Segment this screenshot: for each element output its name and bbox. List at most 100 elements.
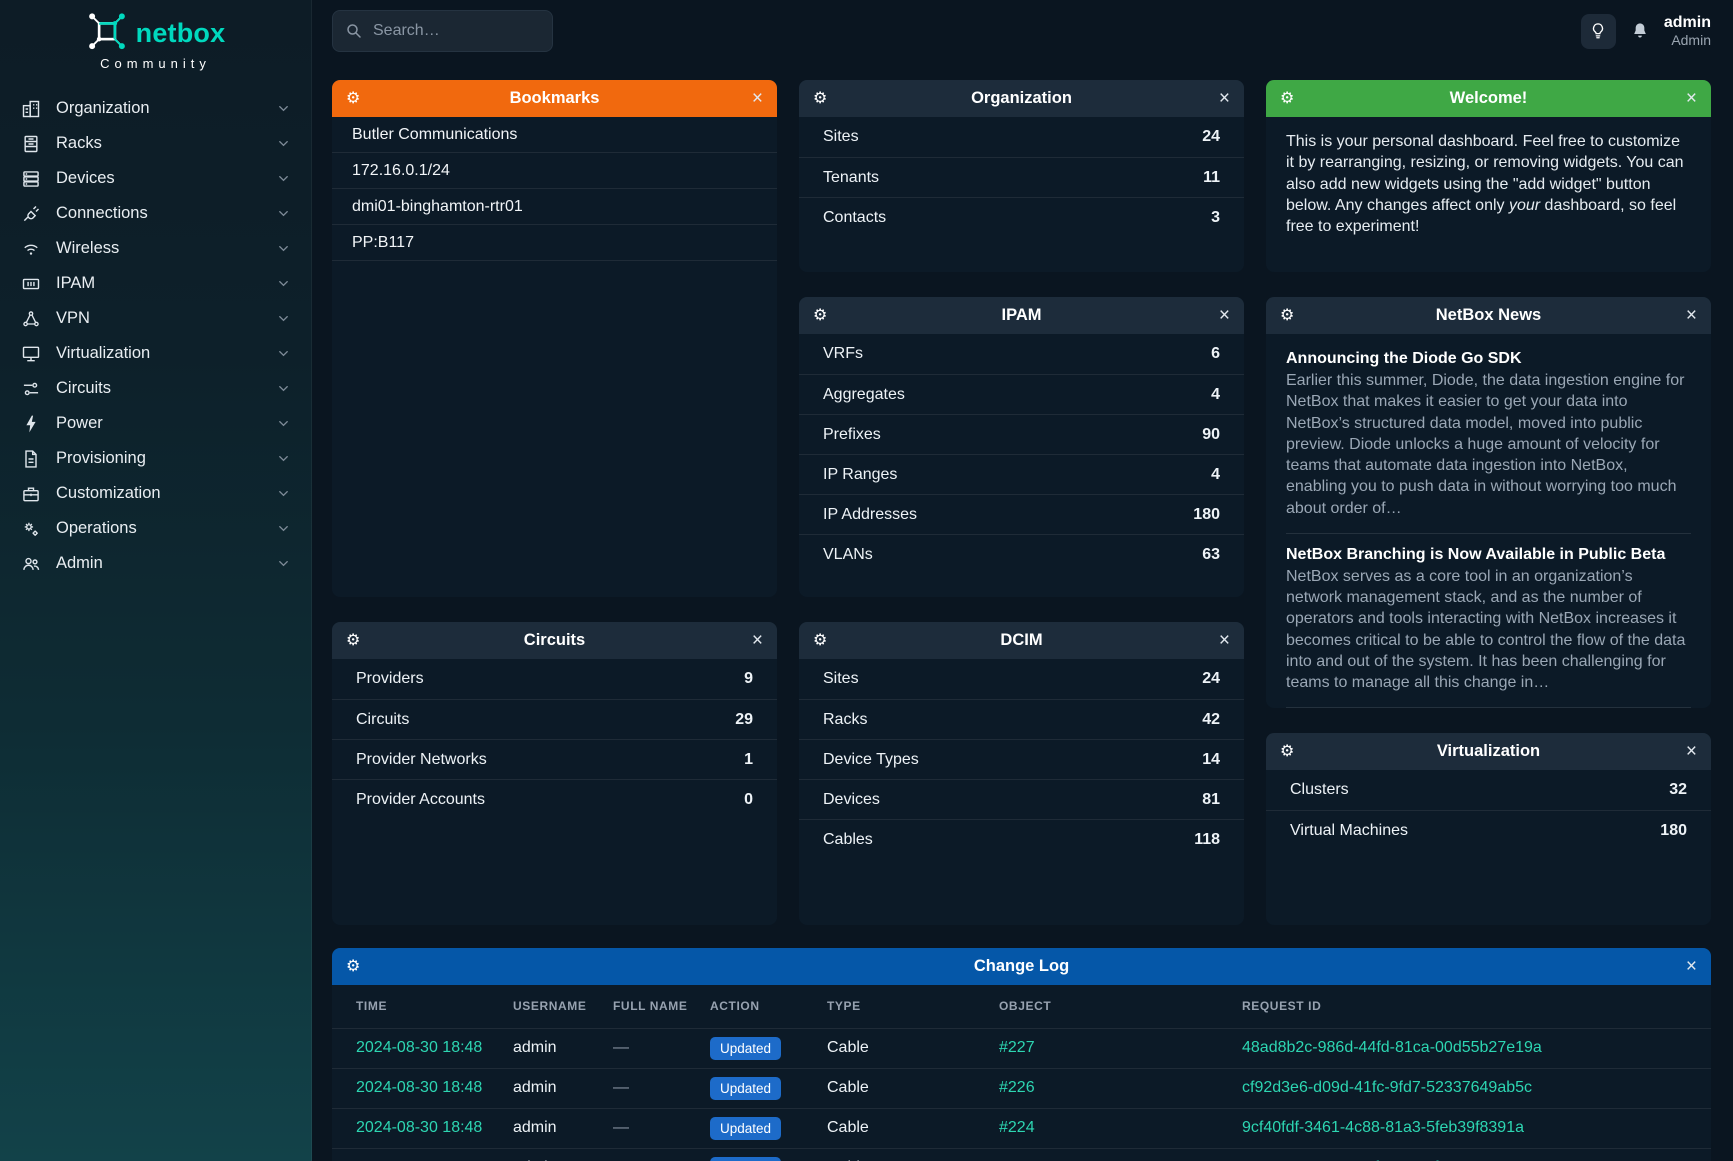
sidebar-item-provisioning[interactable]: Provisioning xyxy=(0,441,311,476)
widget-config-gear-icon[interactable]: ⚙ xyxy=(813,633,827,649)
news-article-title[interactable]: Announcing the Diode Go SDK xyxy=(1286,350,1691,368)
sidebar-item-label: Operations xyxy=(56,519,276,538)
sidebar-item-circuits[interactable]: Circuits xyxy=(0,371,311,406)
stat-row[interactable]: Aggregates4 xyxy=(799,374,1244,414)
stat-row[interactable]: Tenants11 xyxy=(799,157,1244,197)
changelog-time-link[interactable]: 2024-08-30 18:48 xyxy=(332,1068,513,1108)
widget-config-gear-icon[interactable]: ⚙ xyxy=(1280,91,1294,107)
sidebar-item-wireless[interactable]: Wireless xyxy=(0,231,311,266)
action-badge[interactable]: Updated xyxy=(710,1117,781,1140)
dashboard-column-3: ⚙ Welcome! × This is your personal dashb… xyxy=(1266,80,1711,925)
stat-row[interactable]: Clusters32 xyxy=(1266,770,1711,810)
changelog-time-link[interactable]: 2024-08-30 18:47 xyxy=(332,1148,513,1161)
widget-close-icon[interactable]: × xyxy=(1219,306,1230,325)
sidebar-item-devices[interactable]: Devices xyxy=(0,161,311,196)
search-input[interactable] xyxy=(373,22,523,40)
changelog-type: Cable xyxy=(827,1068,999,1108)
bookmark-link[interactable]: 172.16.0.1/24 xyxy=(332,153,777,189)
changelog-request-id-link[interactable]: 9cf40fdf-3461-4c88-81a3-5feb39f8391a xyxy=(1242,1108,1711,1148)
stat-row[interactable]: IP Ranges4 xyxy=(799,454,1244,494)
changelog-username: admin xyxy=(513,1028,613,1068)
stat-row[interactable]: VRFs6 xyxy=(799,334,1244,374)
changelog-object-link[interactable]: #226 xyxy=(999,1068,1242,1108)
sidebar-item-organization[interactable]: Organization xyxy=(0,91,311,126)
news-article-title[interactable]: NetBox Branching is Now Available in Pub… xyxy=(1286,546,1691,564)
sidebar-item-admin[interactable]: Admin xyxy=(0,546,311,581)
action-badge[interactable]: Updated xyxy=(710,1077,781,1100)
bookmark-link[interactable]: dmi01-binghamton-rtr01 xyxy=(332,189,777,225)
stat-value: 11 xyxy=(1203,169,1220,187)
sidebar-item-racks[interactable]: Racks xyxy=(0,126,311,161)
widget-title: Virtualization xyxy=(1266,742,1711,761)
widget-close-icon[interactable]: × xyxy=(1219,631,1230,650)
chevron-down-icon xyxy=(276,416,291,431)
stat-row[interactable]: Sites24 xyxy=(799,659,1244,699)
widget-config-gear-icon[interactable]: ⚙ xyxy=(346,91,360,107)
bookmark-link[interactable]: PP:B117 xyxy=(332,225,777,261)
stat-label: Device Types xyxy=(823,751,919,769)
changelog-object-link[interactable]: #224 xyxy=(999,1108,1242,1148)
stat-row[interactable]: Device Types14 xyxy=(799,739,1244,779)
widget-config-gear-icon[interactable]: ⚙ xyxy=(346,959,360,975)
widget-close-icon[interactable]: × xyxy=(1219,89,1230,108)
sidebar-item-operations[interactable]: Operations xyxy=(0,511,311,546)
widget-close-icon[interactable]: × xyxy=(752,89,763,108)
widget-close-icon[interactable]: × xyxy=(1686,89,1697,108)
action-badge[interactable]: Updated xyxy=(710,1157,781,1161)
changelog-request-id-link[interactable]: 48ad8b2c-986d-44fd-81ca-00d55b27e19a xyxy=(1242,1028,1711,1068)
changelog-request-id-link[interactable]: cf92d3e6-d09d-41fc-9fd7-52337649ab5c xyxy=(1242,1068,1711,1108)
brand[interactable]: netbox Community xyxy=(0,0,311,75)
widget-config-gear-icon[interactable]: ⚙ xyxy=(1280,744,1294,760)
app-root: netbox Community Organization Racks xyxy=(0,0,1733,1161)
stat-row[interactable]: Providers9 xyxy=(332,659,777,699)
widget-organization: ⚙ Organization × Sites24 Tenants11 Conta… xyxy=(799,80,1244,272)
changelog-fullname: — xyxy=(613,1028,710,1068)
lightbulb-icon xyxy=(1589,22,1607,40)
widget-config-gear-icon[interactable]: ⚙ xyxy=(1280,308,1294,324)
stat-row[interactable]: Circuits29 xyxy=(332,699,777,739)
sidebar-item-label: Wireless xyxy=(56,239,276,258)
bookmark-link[interactable]: Butler Communications xyxy=(332,117,777,153)
stat-row[interactable]: VLANs63 xyxy=(799,534,1244,574)
changelog-request-id-link[interactable]: 7a3c4a2c-aac9-47f3-9046-f89391a997c2 xyxy=(1242,1148,1711,1161)
widget-close-icon[interactable]: × xyxy=(1686,306,1697,325)
netbox-logo-icon xyxy=(86,12,128,54)
changelog-object-link[interactable]: #224 xyxy=(999,1148,1242,1161)
stat-row[interactable]: IP Addresses180 xyxy=(799,494,1244,534)
stat-row[interactable]: Virtual Machines180 xyxy=(1266,810,1711,850)
changelog-time-link[interactable]: 2024-08-30 18:48 xyxy=(332,1108,513,1148)
widget-close-icon[interactable]: × xyxy=(1686,742,1697,761)
stat-value: 24 xyxy=(1202,670,1220,688)
stat-row[interactable]: Contacts3 xyxy=(799,197,1244,237)
power-icon xyxy=(20,413,42,435)
widget-config-gear-icon[interactable]: ⚙ xyxy=(813,91,827,107)
sidebar-item-power[interactable]: Power xyxy=(0,406,311,441)
sidebar-item-customization[interactable]: Customization xyxy=(0,476,311,511)
stat-label: Providers xyxy=(356,670,424,688)
sidebar-item-virtualization[interactable]: Virtualization xyxy=(0,336,311,371)
widget-title: NetBox News xyxy=(1266,306,1711,325)
notifications-bell-icon[interactable] xyxy=(1630,21,1650,41)
changelog-object-link[interactable]: #227 xyxy=(999,1028,1242,1068)
stat-row[interactable]: Provider Accounts0 xyxy=(332,779,777,819)
search-box[interactable] xyxy=(332,10,553,52)
stat-row[interactable]: Provider Networks1 xyxy=(332,739,777,779)
table-row: 2024-08-30 18:47 admin — Updated Cable #… xyxy=(332,1148,1711,1161)
widget-close-icon[interactable]: × xyxy=(1686,957,1697,976)
action-badge[interactable]: Updated xyxy=(710,1037,781,1060)
stat-row[interactable]: Racks42 xyxy=(799,699,1244,739)
stat-row[interactable]: Cables118 xyxy=(799,819,1244,859)
stat-label: Circuits xyxy=(356,711,409,729)
sidebar-item-vpn[interactable]: VPN xyxy=(0,301,311,336)
theme-toggle-button[interactable] xyxy=(1581,14,1616,49)
stat-row[interactable]: Prefixes90 xyxy=(799,414,1244,454)
user-menu[interactable]: admin Admin xyxy=(1664,14,1711,48)
stat-row[interactable]: Sites24 xyxy=(799,117,1244,157)
sidebar-item-ipam[interactable]: IPAM xyxy=(0,266,311,301)
sidebar-item-connections[interactable]: Connections xyxy=(0,196,311,231)
widget-close-icon[interactable]: × xyxy=(752,631,763,650)
widget-config-gear-icon[interactable]: ⚙ xyxy=(813,308,827,324)
stat-row[interactable]: Devices81 xyxy=(799,779,1244,819)
changelog-time-link[interactable]: 2024-08-30 18:48 xyxy=(332,1028,513,1068)
widget-config-gear-icon[interactable]: ⚙ xyxy=(346,633,360,649)
